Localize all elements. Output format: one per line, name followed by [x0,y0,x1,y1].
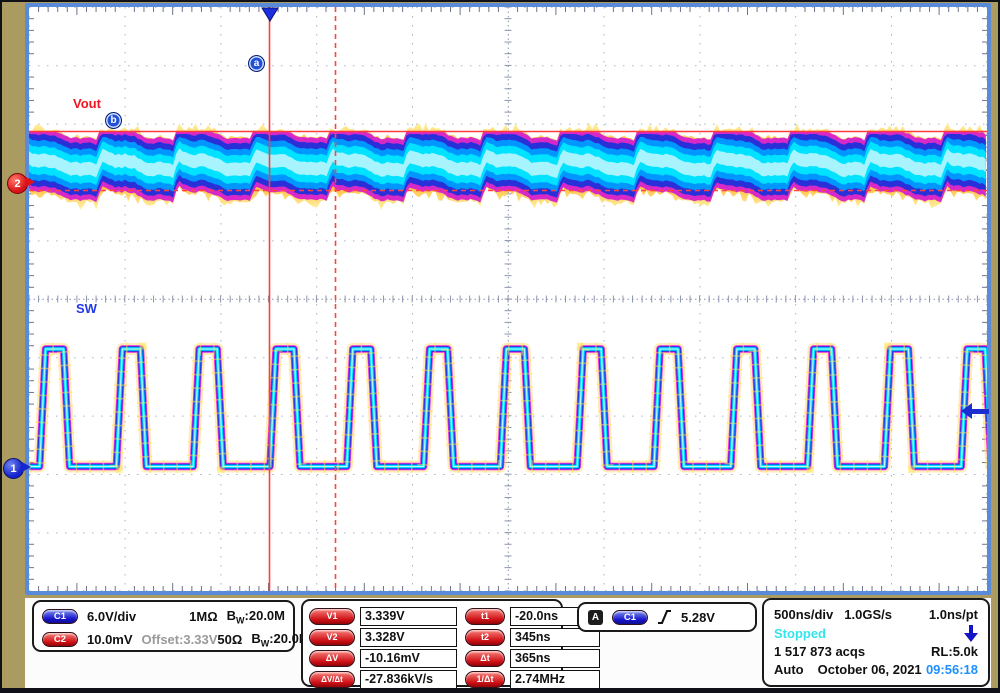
channel-2-marker[interactable]: 2 [7,173,28,194]
waveform-display [29,7,987,591]
dvdt-badge: ΔV/Δt [309,670,355,688]
channel-2-badge[interactable]: C2 [42,632,78,647]
v2-badge: V2 [309,628,355,646]
dvdt-value: -27.836kV/s [360,669,457,689]
invdt-value: 2.74MHz [510,669,600,689]
v2-value: 3.328V [360,627,457,647]
oscilloscope-screen: Vout SW a b 2 1 C1 6.0V/div 1MΩ BW:20.0M… [0,0,1000,693]
channel-1-marker-arrow [22,462,31,472]
ch2-impedance: 50Ω [217,632,243,647]
trigger-level-arrow[interactable] [961,403,991,420]
t2-badge: t2 [465,628,505,646]
ch1-scale: 6.0V/div [87,609,137,624]
arrow-down-icon[interactable] [964,624,978,642]
voltage-cursor-column: V1 3.339V V2 3.328V ΔV -10.16mV ΔV/Δt -27.83… [309,606,457,690]
v1-badge: V1 [309,607,355,625]
invdt-badge: 1/Δt [465,670,505,688]
date-label: October 06, 2021 [817,661,922,677]
cursor-b-handle[interactable]: b [105,112,122,129]
trigger-source-badge: C1 [612,609,648,625]
readout-bar: C1 6.0V/div 1MΩ BW:20.0M C2 10.0mV Offse… [25,598,991,690]
ch1-impedance: 1MΩ [189,609,218,624]
acquisition-count: 1 517 873 acqs [774,644,866,660]
channel-1-marker[interactable]: 1 [3,458,24,479]
acquisition-status: Stopped [774,625,826,641]
dv-value: -10.16mV [360,648,457,668]
channel-settings-panel[interactable]: C1 6.0V/div 1MΩ BW:20.0M C2 10.0mV Offse… [32,600,310,652]
cursor-a-handle[interactable]: a [248,55,265,72]
horizontal-acquisition-panel: 500ns/div 1.0GS/s 1.0ns/pt Stopped 1 517… [762,598,990,687]
time-label: 09:56:18 [925,661,978,677]
cursor-readout-panel: V1 3.339V V2 3.328V ΔV -10.16mV ΔV/Δt -27.83… [301,599,600,690]
channel-1-badge[interactable]: C1 [42,609,78,624]
trigger-mode-label: Auto [774,661,804,677]
graticule-display [25,3,991,595]
dt-badge: Δt [465,649,505,667]
sample-rate-value: 1.0GS/s [844,607,892,622]
vout-trace-label: Vout [73,96,101,111]
timebase-value: 500ns/div [774,607,834,622]
rising-edge-icon [658,609,671,625]
resolution-value: 1.0ns/pt [928,607,978,622]
trigger-level-value: 5.28V [681,609,715,625]
dv-badge: ΔV [309,649,355,667]
trigger-panel[interactable]: A C1 5.28V [577,602,757,632]
record-length: RL:5.0k [931,644,978,660]
ch1-bandwidth: BW:20.0M [226,607,285,626]
ch2-offset: Offset:3.33V [141,632,218,647]
trigger-mode-badge: A [588,609,603,625]
sw-trace-label: SW [76,301,97,316]
graticule-grid [29,7,987,591]
dt-value: 365ns [510,648,600,668]
vout-ripple-trace [29,122,986,210]
ch2-scale: 10.0mV [87,632,133,647]
channel-2-marker-arrow [26,177,35,187]
v1-value: 3.339V [360,606,457,626]
trigger-position-marker[interactable] [261,7,279,22]
t1-badge: t1 [465,607,505,625]
trigger-level-arrow-stem [971,409,989,414]
